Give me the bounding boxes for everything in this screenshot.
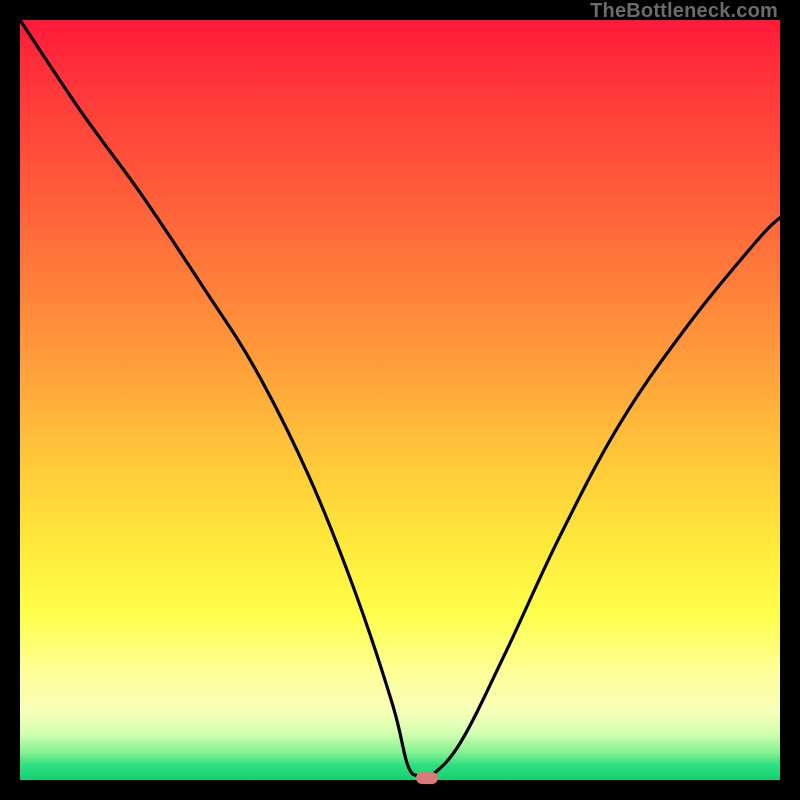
line-series bbox=[20, 20, 780, 780]
optimum-marker bbox=[416, 772, 438, 784]
watermark-text: TheBottleneck.com bbox=[590, 0, 778, 23]
chart-frame: TheBottleneck.com bbox=[0, 0, 800, 800]
plot-area bbox=[20, 20, 780, 780]
